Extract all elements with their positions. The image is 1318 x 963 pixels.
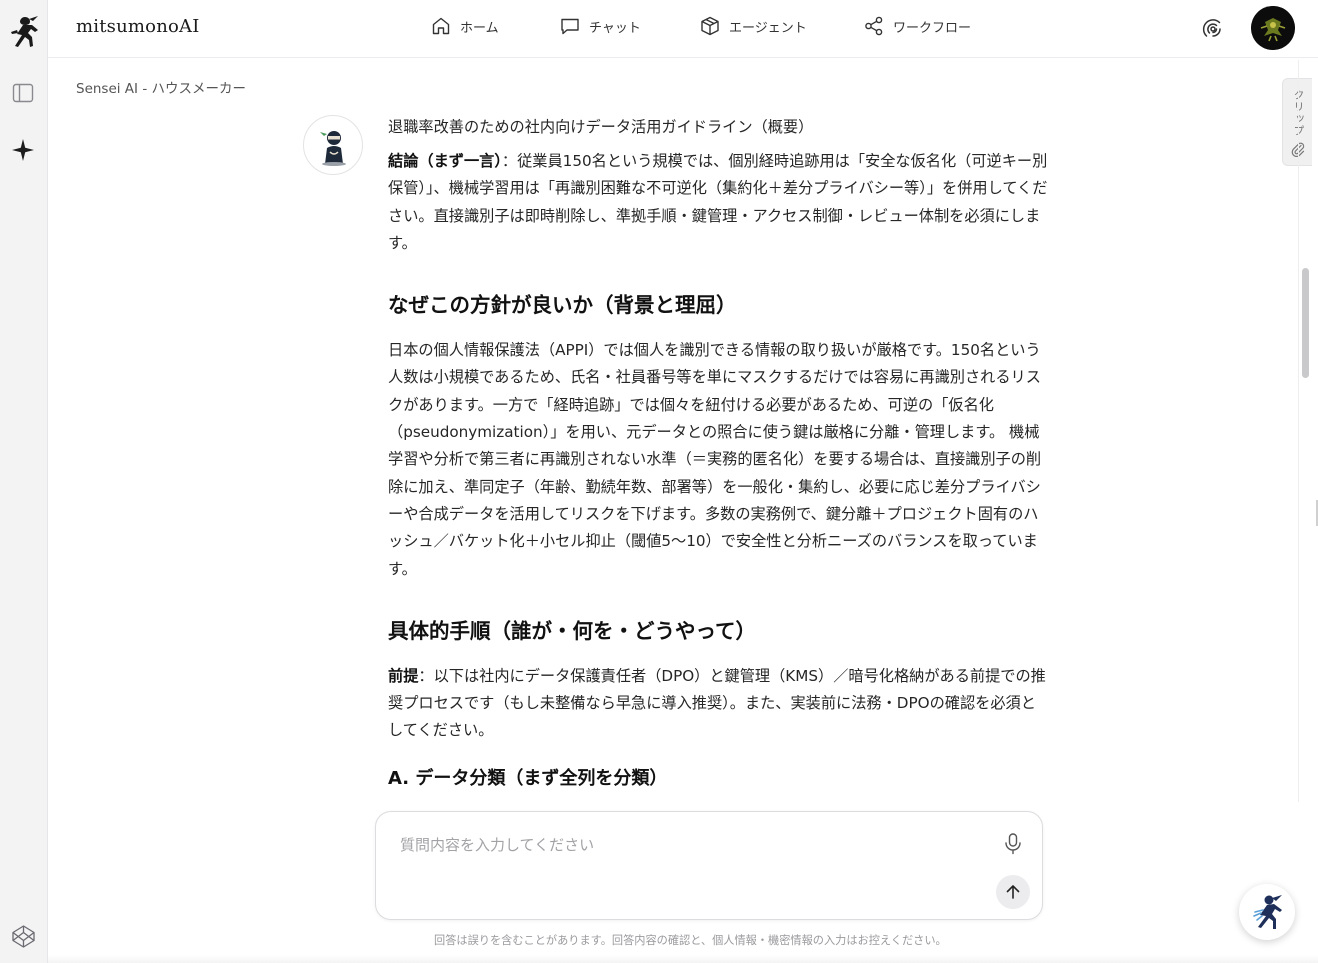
user-avatar-image [1251,6,1295,50]
brand-name[interactable]: mitsumonoAI [76,16,200,37]
message-title: 退職率改善のための社内向けデータ活用ガイドライン（概要） [388,118,814,136]
scrollbar-thumb[interactable] [1302,268,1309,378]
premise-paragraph: 前提：以下は社内にデータ保護責任者（DPO）と鍵管理（KMS）／暗号化格納がある… [388,663,1048,745]
bottom-edge [48,955,1318,963]
premise-text: ：以下は社内にデータ保護責任者（DPO）と鍵管理（KMS）／暗号化格納がある前提… [388,666,1046,740]
nav-agent-label: エージェント [729,20,807,36]
heading-why: なぜこの方針が良いか（背景と理屈） [388,293,737,318]
chat-bubble-icon [561,18,579,35]
assistant-avatar [303,115,363,175]
microphone-icon[interactable] [1002,832,1024,856]
ninja-sensei-icon [320,131,346,166]
nav-home-label: ホーム [460,20,499,36]
nav-workflow[interactable]: ワークフロー [863,15,971,37]
nav-workflow-label: ワークフロー [893,20,972,36]
top-bar: mitsumonoAI ホーム チャット エージェント ワークフロー [48,0,1318,58]
nav-chat-label: チャット [589,20,641,36]
assistant-fab-button[interactable] [1239,884,1295,940]
ninja-logo-icon[interactable] [8,14,40,48]
broadcast-icon[interactable] [1200,16,1226,42]
share-nodes-icon [865,16,883,36]
sidebar-toggle-icon[interactable] [12,82,34,104]
scrollbar-track[interactable] [1298,60,1312,802]
nav-home[interactable]: ホーム [430,15,499,37]
send-button[interactable] [996,875,1030,909]
codepen-icon[interactable] [11,924,36,949]
arrow-up-icon [1006,885,1020,899]
assistant-message: 退職率改善のための社内向けデータ活用ガイドライン（概要） 結論（まず一言）：従業… [388,114,1048,793]
why-paragraph: 日本の個人情報保護法（APPI）では個人を識別できる情報の取り扱いが厳格です。1… [388,341,1042,578]
conclusion-paragraph: 結論（まず一言）：従業員150名という規模では、個別経時追跡用は「安全な仮名化（… [388,148,1048,257]
message-input[interactable]: 質問内容を入力してください [400,834,594,855]
cube-icon [701,16,719,36]
ninja-runner-icon [1253,895,1282,929]
breadcrumb[interactable]: Sensei AI - ハウスメーカー [76,77,246,97]
sparkle-icon[interactable] [11,138,35,162]
nav-agent[interactable]: エージェント [699,15,807,37]
chat-composer[interactable]: 質問内容を入力してください [375,811,1043,920]
premise-label: 前提 [388,666,419,685]
user-avatar[interactable] [1251,6,1295,50]
home-icon [432,17,450,35]
conclusion-label: 結論（まず一言） [388,152,502,170]
disclaimer-text: 回答は誤りを含むことがあります。回答内容の確認と、個人情報・機密情報の入力はお控… [434,934,947,947]
heading-steps: 具体的手順（誰が・何を・どうやって） [388,618,756,643]
heading-data-classification: A. データ分類（まず全列を分類） [388,767,668,789]
left-rail [0,0,48,963]
nav-chat[interactable]: チャット [559,15,641,37]
